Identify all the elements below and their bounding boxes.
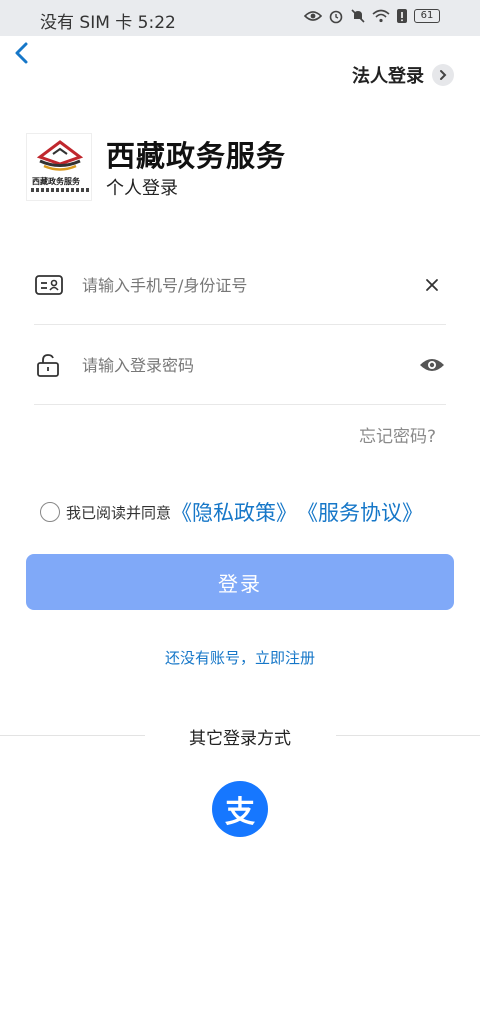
chevron-right-icon xyxy=(432,64,454,86)
close-icon xyxy=(426,279,438,291)
logo-text: 西藏政务服务 xyxy=(32,177,80,186)
eye-icon xyxy=(420,359,444,371)
corp-login-button[interactable]: 法人登录 xyxy=(352,62,454,88)
status-carrier-time: 没有 SIM 卡 5:22 xyxy=(40,13,176,33)
battery-icon: 61 xyxy=(414,9,440,23)
chevron-left-icon xyxy=(15,42,28,64)
app-name: 西藏政务服务 xyxy=(106,139,287,173)
clear-button[interactable] xyxy=(418,273,446,297)
corp-login-label: 法人登录 xyxy=(352,66,424,87)
service-agreement-link[interactable]: 《服务协议》 xyxy=(297,497,423,527)
account-field xyxy=(34,245,446,325)
app-logo: 西藏政务服务 xyxy=(26,133,92,201)
sim-alert-icon xyxy=(397,9,407,23)
status-icons: 61 xyxy=(304,8,440,24)
password-field xyxy=(34,325,446,405)
unlock-icon xyxy=(37,354,59,377)
privacy-policy-link[interactable]: 《隐私政策》 xyxy=(171,497,297,527)
forgot-password-link[interactable]: 忘记密码? xyxy=(359,422,436,447)
other-login-label: 其它登录方式 xyxy=(189,729,291,749)
logo-tibetan-script xyxy=(31,188,89,192)
agreement-checkbox[interactable] xyxy=(40,502,60,522)
back-button[interactable] xyxy=(10,40,34,68)
alarm-icon xyxy=(329,10,343,24)
account-input[interactable] xyxy=(82,271,402,299)
wifi-icon xyxy=(372,9,390,23)
agreement-row: 我已阅读并同意 《隐私政策》 《服务协议》 xyxy=(40,497,423,527)
login-type-label: 个人登录 xyxy=(106,178,178,199)
login-button[interactable]: 登录 xyxy=(26,554,454,610)
id-card-icon xyxy=(35,275,63,295)
mute-icon xyxy=(351,9,365,23)
status-bar: 没有 SIM 卡 5:22 61 xyxy=(0,0,480,36)
agreement-prefix: 我已阅读并同意 xyxy=(66,503,172,522)
alipay-login-button[interactable]: 支 xyxy=(212,781,268,837)
eye-icon xyxy=(304,11,322,21)
password-input[interactable] xyxy=(82,351,402,379)
alipay-icon: 支 xyxy=(225,795,255,830)
register-link[interactable]: 还没有账号，立即注册 xyxy=(0,647,480,668)
toggle-password-visibility[interactable] xyxy=(418,353,446,377)
